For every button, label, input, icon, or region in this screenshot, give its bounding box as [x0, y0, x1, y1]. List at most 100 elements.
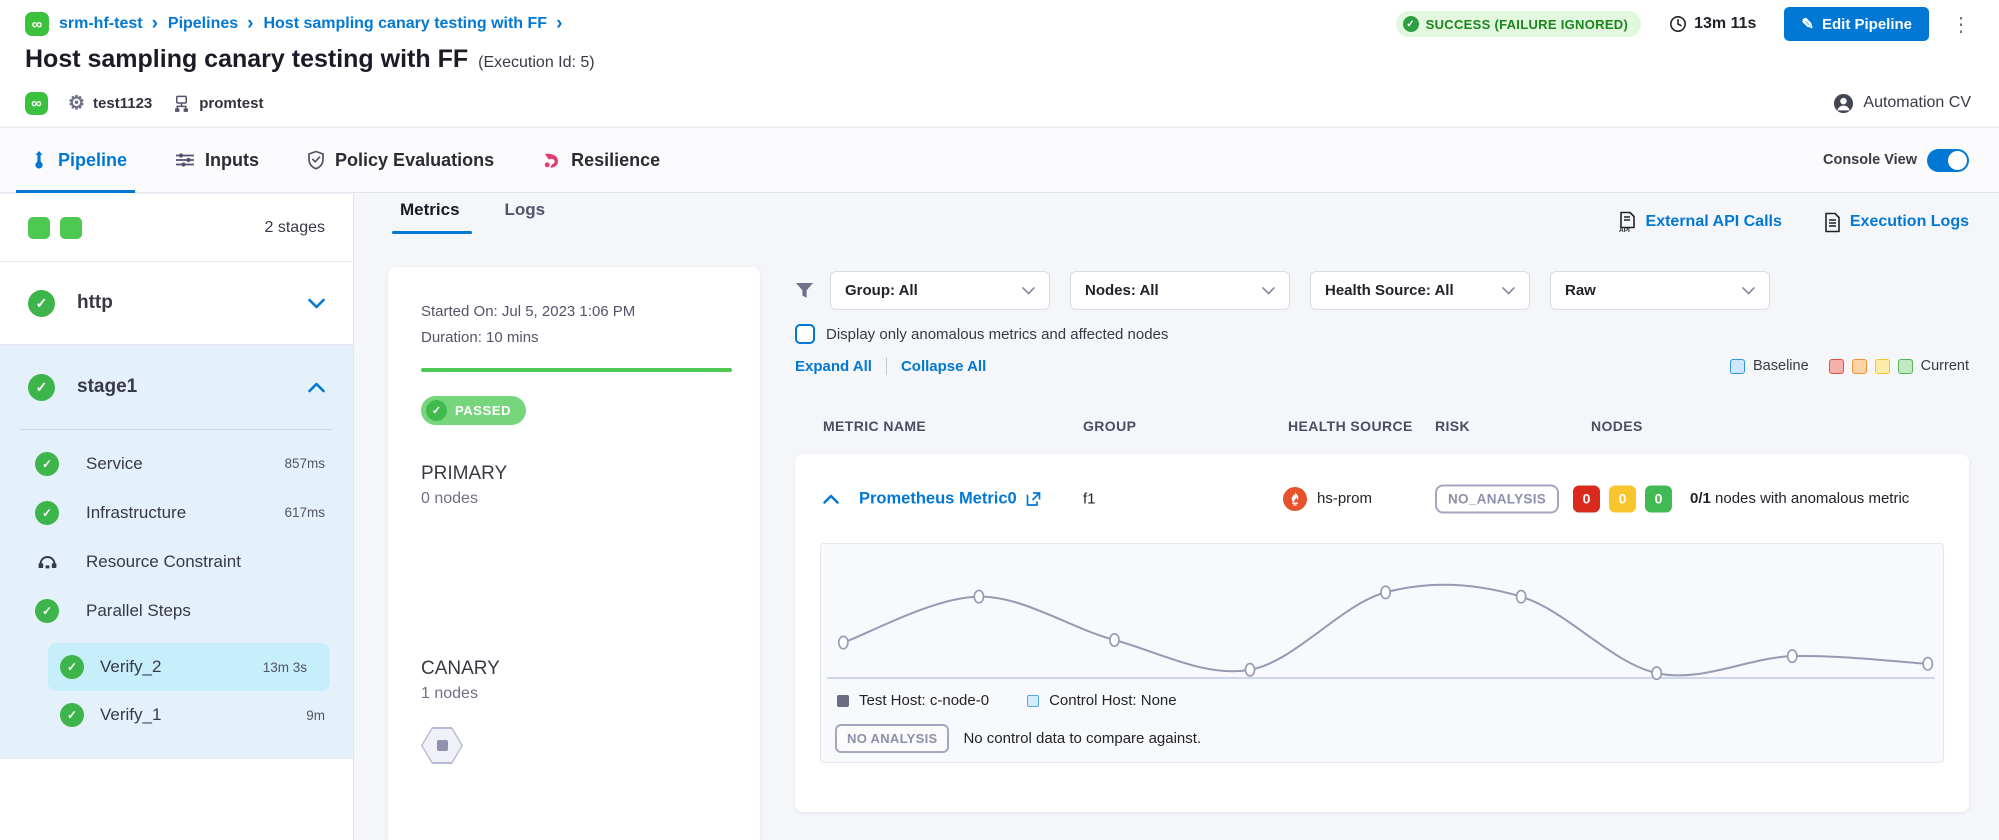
- step-verify-2[interactable]: ✓ Verify_2 13m 3s: [48, 643, 330, 691]
- collapse-all-link[interactable]: Collapse All: [901, 358, 986, 375]
- step-parallel-steps[interactable]: ✓ Parallel Steps: [0, 586, 353, 635]
- node-square-icon: [437, 740, 448, 751]
- primary-node-count: 0 nodes: [421, 490, 732, 508]
- expand-collapse-row: Expand All Collapse All Baseline Current: [795, 357, 1969, 375]
- harness-logo-icon: ∞: [25, 12, 49, 36]
- view-mode-dropdown[interactable]: Raw: [1550, 271, 1770, 310]
- canary-node-count: 1 nodes: [421, 685, 732, 703]
- stage-square-icon: [60, 217, 82, 239]
- health-source-filter-dropdown[interactable]: Health Source: All: [1310, 271, 1530, 310]
- chevron-down-icon: [1262, 287, 1275, 295]
- metric-name-link[interactable]: Prometheus Metric0: [859, 489, 1041, 508]
- pencil-icon: ✎: [1801, 15, 1814, 33]
- breadcrumb-project[interactable]: srm-hf-test: [59, 15, 143, 33]
- duration: Duration: 10 mins: [421, 329, 732, 346]
- success-check-icon: ✓: [35, 599, 59, 623]
- anomalous-checkbox-label: Display only anomalous metrics and affec…: [826, 326, 1168, 343]
- red-count-badge: 0: [1573, 485, 1600, 512]
- console-view-toggle[interactable]: [1927, 149, 1969, 172]
- stages-header: 2 stages: [0, 194, 353, 262]
- no-analysis-badge: NO ANALYSIS: [835, 724, 949, 753]
- api-document-icon: API: [1617, 211, 1637, 233]
- expand-all-link[interactable]: Expand All: [795, 358, 872, 375]
- monitored-service-chip[interactable]: promtest: [172, 94, 263, 113]
- metrics-logs-tabs: Metrics Logs: [400, 200, 545, 234]
- step-list: ✓ Service 857ms ✓ Infrastructure 617ms R…: [0, 430, 353, 739]
- metric-card: Prometheus Metric0 f1 hs-prom NO_ANALYSI…: [795, 454, 1969, 812]
- primary-label: PRIMARY: [421, 463, 732, 485]
- canary-label: CANARY: [421, 658, 732, 680]
- col-group: GROUP: [1083, 418, 1136, 434]
- stage-square-icon: [28, 217, 50, 239]
- col-health-source: HEALTH SOURCE: [1288, 418, 1413, 434]
- user-chip[interactable]: Automation CV: [1833, 93, 1971, 114]
- breadcrumb-separator: ›: [247, 13, 253, 35]
- baseline-label: Baseline: [1753, 358, 1809, 374]
- chevron-down-icon: [308, 298, 325, 309]
- more-options-icon[interactable]: ⋮: [1951, 12, 1971, 37]
- success-check-icon: ✓: [426, 400, 447, 421]
- started-on: Started On: Jul 5, 2023 1:06 PM: [421, 303, 732, 320]
- execution-sidebar: 2 stages ✓ http ✓ stage1 ✓ Service: [0, 194, 354, 840]
- tab-inputs[interactable]: Inputs: [175, 128, 259, 192]
- service-status-icon: ∞: [25, 92, 48, 115]
- avatar-icon: [1833, 93, 1854, 114]
- tab-pipeline[interactable]: Pipeline: [30, 128, 127, 192]
- risk-badge: NO_ANALYSIS: [1435, 484, 1559, 513]
- top-header: ∞ srm-hf-test › Pipelines › Host samplin…: [0, 0, 1999, 126]
- step-service[interactable]: ✓ Service 857ms: [0, 439, 353, 488]
- execution-logs-link[interactable]: Execution Logs: [1824, 211, 1969, 233]
- col-risk: RISK: [1435, 418, 1470, 434]
- col-metric-name: METRIC NAME: [823, 418, 926, 434]
- host-legend: Test Host: c-node-0 Control Host: None: [837, 692, 1177, 709]
- tab-metrics[interactable]: Metrics: [400, 200, 460, 234]
- service-chip[interactable]: ⚙ test1123: [68, 92, 152, 115]
- resource-constraint-icon: [35, 554, 59, 570]
- metric-row: Prometheus Metric0 f1 hs-prom NO_ANALYSI…: [795, 454, 1969, 543]
- breadcrumb-pipelines[interactable]: Pipelines: [168, 15, 238, 33]
- success-check-icon: ✓: [28, 374, 55, 401]
- nodes-filter-dropdown[interactable]: Nodes: All: [1070, 271, 1290, 310]
- health-source-cell: hs-prom: [1283, 487, 1372, 511]
- stage1-block: ✓ stage1 ✓ Service 857ms ✓ Infrastructur…: [0, 345, 353, 759]
- success-check-icon: ✓: [35, 501, 59, 525]
- control-host-label: Control Host: None: [1049, 692, 1177, 709]
- stage-http[interactable]: ✓ http: [0, 262, 353, 345]
- external-api-calls-link[interactable]: API External API Calls: [1617, 211, 1782, 233]
- group-filter-dropdown[interactable]: Group: All: [830, 271, 1050, 310]
- step-infrastructure[interactable]: ✓ Infrastructure 617ms: [0, 488, 353, 537]
- analysis-panel: API External API Calls Execution Logs Gr…: [765, 194, 1999, 840]
- step-resource-constraint[interactable]: Resource Constraint: [0, 537, 353, 586]
- elapsed-time: 13m 11s: [1669, 15, 1756, 33]
- metric-chart-svg[interactable]: [825, 554, 1939, 686]
- filters-row: Group: All Nodes: All Health Source: All…: [795, 271, 1969, 310]
- passed-badge: ✓ PASSED: [421, 396, 526, 425]
- tab-logs[interactable]: Logs: [505, 200, 546, 234]
- tab-policy-evaluations[interactable]: Policy Evaluations: [307, 128, 494, 192]
- network-icon: [172, 94, 191, 113]
- current-green-swatch-icon: [1898, 359, 1913, 374]
- metric-chart-panel: Test Host: c-node-0 Control Host: None N…: [820, 543, 1944, 763]
- analysis-message: No control data to compare against.: [963, 730, 1201, 747]
- edit-pipeline-button[interactable]: ✎ Edit Pipeline: [1784, 7, 1929, 41]
- green-count-badge: 0: [1645, 485, 1672, 512]
- metrics-table-header: METRIC NAME GROUP HEALTH SOURCE RISK NOD…: [795, 418, 1969, 440]
- stage-stage1[interactable]: ✓ stage1: [0, 345, 353, 429]
- step-verify-1[interactable]: ✓ Verify_1 9m: [0, 691, 353, 739]
- tab-resilience[interactable]: Resilience: [542, 128, 660, 192]
- log-links: API External API Calls Execution Logs: [1617, 211, 1969, 233]
- canary-node-hexagon[interactable]: [421, 727, 463, 764]
- clock-icon: [1669, 15, 1687, 33]
- collapse-chevron-up-icon[interactable]: [823, 494, 839, 504]
- progress-bar: [421, 368, 732, 372]
- main-tabbar: Pipeline Inputs Policy Evaluations Resil…: [0, 127, 1999, 193]
- success-check-icon: ✓: [60, 655, 84, 679]
- page-title: Host sampling canary testing with FF: [25, 45, 468, 74]
- document-icon: [1824, 212, 1841, 233]
- success-check-icon: ✓: [28, 290, 55, 317]
- breadcrumb-separator: ›: [556, 13, 562, 35]
- chart-color-legend: Baseline Current: [1730, 358, 1969, 374]
- breadcrumb-pipeline-name[interactable]: Host sampling canary testing with FF: [263, 15, 547, 33]
- nodes-summary: 0/1 nodes with anomalous metric: [1690, 488, 1935, 508]
- anomalous-checkbox[interactable]: [795, 324, 815, 344]
